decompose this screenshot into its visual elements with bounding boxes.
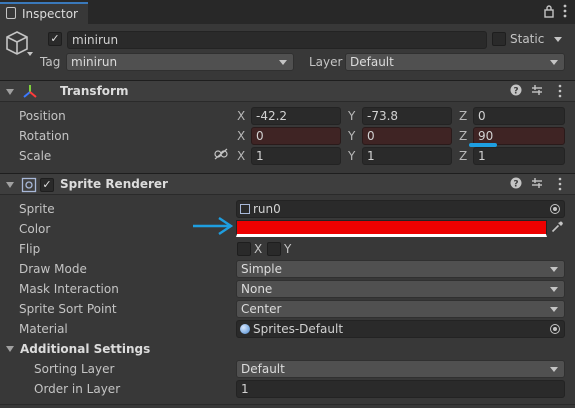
rotation-label: Rotation [19,129,70,143]
rotation-y-axis-label[interactable]: Y [348,126,355,146]
foldout-arrow-icon [6,89,14,95]
sprite-renderer-icon [21,177,37,193]
rotation-y-field[interactable]: 0 [362,127,452,145]
color-swatch[interactable] [236,220,547,237]
scale-z-axis-label[interactable]: Z [459,146,467,166]
scale-y-axis-label[interactable]: Y [348,146,355,166]
position-y-axis-label[interactable]: Y [348,106,355,126]
flip-y-label: Y [284,242,292,256]
layer-dropdown[interactable]: Default [345,53,565,71]
mask-interaction-value: None [241,282,273,296]
mask-interaction-dropdown[interactable]: None [236,280,565,298]
sprite-asset-icon [240,204,250,214]
position-label: Position [19,109,66,123]
draw-mode-value: Simple [241,262,282,276]
svg-text:?: ? [513,87,518,97]
scale-x-axis-label[interactable]: X [237,146,245,166]
rotation-x-axis-label[interactable]: X [237,126,245,146]
inspector-tab[interactable]: Inspector [0,2,88,24]
material-object-field[interactable]: Sprites-Default [236,320,565,338]
annotation-arrow [189,216,235,236]
inspector-tab-label: Inspector [22,7,78,21]
scale-x-field[interactable]: 1 [251,147,341,165]
sprite-value: run0 [253,202,281,216]
chevron-down-icon [550,287,558,292]
gameobject-cube-icon[interactable] [5,30,33,58]
sprite-sort-point-value: Center [241,302,282,316]
eyedropper-icon[interactable] [549,221,565,237]
additional-settings-foldout-icon[interactable] [6,346,14,352]
flip-label: Flip [19,242,41,256]
kebab-menu-icon[interactable] [554,177,566,195]
mask-interaction-label: Mask Interaction [19,282,119,296]
position-x-axis-label[interactable]: X [237,106,245,126]
sprite-label: Sprite [19,202,55,216]
inspector-tab-icon [6,7,16,19]
position-y-field[interactable]: -73.8 [362,107,452,125]
rotation-x-field[interactable]: 0 [251,127,341,145]
svg-text:?: ? [513,180,518,190]
active-checkbox[interactable]: ✓ [48,32,62,46]
static-checkbox[interactable] [492,32,506,46]
transform-icon [22,84,38,100]
chevron-down-icon [279,60,287,65]
static-dropdown-caret[interactable] [554,37,562,42]
sprite-object-field[interactable]: run0 [236,200,565,218]
scale-z-field[interactable]: 1 [473,147,565,165]
sorting-layer-value: Default [241,362,285,376]
position-z-axis-label[interactable]: Z [459,106,467,126]
object-picker-icon[interactable] [550,204,560,214]
sorting-layer-dropdown[interactable]: Default [236,360,565,378]
tag-dropdown[interactable]: minirun [66,53,294,71]
sprite-sort-point-dropdown[interactable]: Center [236,300,565,318]
layer-dropdown-value: Default [350,55,394,69]
kebab-menu-icon[interactable] [559,4,571,22]
tag-label: Tag [40,55,61,69]
lock-icon[interactable] [542,4,556,22]
sprite-renderer-header[interactable]: ✓ Sprite Renderer ? [0,173,575,195]
gameobject-name-field[interactable]: minirun [67,31,487,49]
preset-icon[interactable] [530,84,544,100]
color-label: Color [19,222,51,236]
help-icon[interactable]: ? [509,84,523,100]
draw-mode-label: Draw Mode [19,262,87,276]
material-label: Material [19,322,68,336]
constrain-proportions-icon[interactable] [213,148,229,164]
scale-y-field[interactable]: 1 [362,147,452,165]
sprite-sort-point-label: Sprite Sort Point [19,302,117,316]
layer-label: Layer [309,55,343,69]
additional-settings-label[interactable]: Additional Settings [20,339,150,359]
chevron-down-icon [550,307,558,312]
tag-dropdown-value: minirun [71,55,118,69]
scale-label: Scale [19,149,52,163]
position-x-field[interactable]: -42.2 [251,107,341,125]
chevron-down-icon [550,60,558,65]
material-asset-icon [240,324,250,334]
sprite-renderer-enabled-checkbox[interactable]: ✓ [40,178,54,192]
order-in-layer-label: Order in Layer [34,382,121,396]
rotation-z-axis-label[interactable]: Z [459,126,467,146]
foldout-arrow-icon [6,182,14,188]
chevron-down-icon [550,367,558,372]
static-label: Static [510,32,545,46]
object-picker-icon[interactable] [550,324,560,334]
material-value: Sprites-Default [253,322,344,336]
flip-y-checkbox[interactable] [267,242,281,256]
kebab-menu-icon[interactable] [554,84,566,102]
flip-x-label: X [254,242,263,256]
order-in-layer-field[interactable]: 1 [236,380,565,398]
sorting-layer-label: Sorting Layer [34,362,115,376]
bottom-divider [0,404,575,405]
draw-mode-dropdown[interactable]: Simple [236,260,565,278]
transform-title: Transform [60,84,129,98]
help-icon[interactable]: ? [509,177,523,193]
transform-header[interactable]: Transform ? [0,80,575,102]
position-z-field[interactable]: 0 [473,107,565,125]
sprite-renderer-title: Sprite Renderer [60,177,168,191]
flip-x-checkbox[interactable] [237,242,251,256]
preset-icon[interactable] [530,177,544,193]
chevron-down-icon [550,267,558,272]
